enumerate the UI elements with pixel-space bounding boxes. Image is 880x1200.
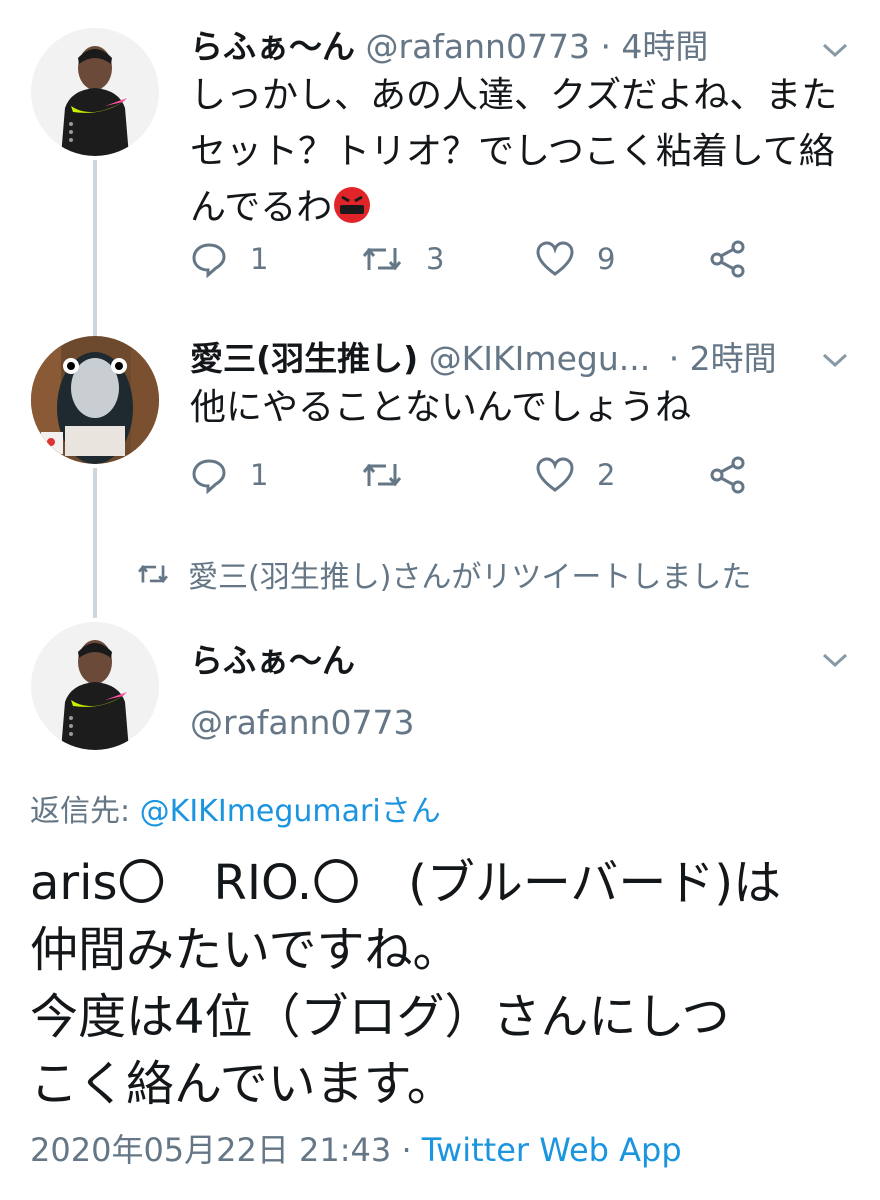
retweet-icon [362, 463, 402, 487]
display-name[interactable]: 愛三(羽生推し) [190, 339, 418, 378]
tweet-text-line: んでるわ [190, 187, 333, 228]
angry-symbols-emoji-icon [334, 187, 371, 223]
heart-icon [536, 457, 574, 492]
tweet-text-line: しっかし、あの人達、クズだよね、また [190, 75, 838, 116]
display-name[interactable]: らふぁ〜ん [190, 27, 355, 66]
retweet-notice-text: 愛三(羽生推し)さんがリツイートしました [188, 560, 752, 595]
like-button[interactable]: 9 [535, 240, 615, 278]
chevron-down-icon[interactable] [820, 650, 850, 670]
tweet-text: しっかし、あの人達、クズだよね、また セット？トリオ？でしつこく粘着して絡 んで… [190, 68, 837, 236]
share-button[interactable] [708, 240, 748, 278]
retweet-icon [362, 247, 402, 271]
chevron-down-icon[interactable] [820, 40, 850, 60]
share-button[interactable] [708, 456, 748, 494]
share-icon [710, 456, 745, 494]
thread-line [93, 468, 97, 618]
handle-text: @rafann0773 [190, 703, 415, 742]
heart-icon [536, 241, 574, 276]
tweet-footer: 2020年05月22日 21:43 · Twitter Web App [30, 1125, 682, 1171]
reply-icon [192, 243, 226, 278]
reply-count: 1 [250, 458, 269, 492]
avatar[interactable] [31, 28, 159, 156]
main-tweet-text: aris〇 RIO.〇 (ブルーバード)は 仲間みたいですね。 今度は4位（ブロ… [30, 850, 860, 1118]
timestamp[interactable]: · 4時間 [600, 27, 708, 66]
retweet-count: 3 [426, 242, 445, 276]
chevron-down-icon[interactable] [820, 350, 850, 370]
like-button[interactable]: 2 [535, 456, 615, 494]
source-app-link[interactable]: Twitter Web App [422, 1131, 682, 1169]
retweet-button[interactable]: 3 [360, 240, 444, 278]
reply-button[interactable]: 1 [190, 456, 268, 494]
tweet-text-line: 他にやることないんでしょうね [190, 387, 692, 428]
reply-icon [192, 459, 226, 494]
tweet-actions: 1 3 9 [190, 240, 790, 290]
main-tweet-timestamp: 2020年05月22日 21:43 · [30, 1131, 422, 1169]
like-count: 2 [597, 458, 616, 492]
avatar[interactable] [31, 622, 159, 750]
main-tweet-line: 今度は4位（ブログ）さんにしつ [30, 989, 730, 1045]
tweet-header: らふぁ〜ん @rafann0773 · 4時間 [190, 26, 708, 68]
timestamp[interactable]: · 2時間 [669, 339, 777, 378]
main-tweet-line: aris〇 RIO.〇 (ブルーバード)は [30, 855, 782, 911]
tweet-header: 愛三(羽生推し) @KIKImegu... · 2時間 [190, 338, 777, 380]
retweet-button[interactable] [360, 456, 426, 494]
display-name[interactable]: らふぁ〜ん [190, 640, 355, 682]
thread-line [93, 160, 97, 340]
reply-button[interactable]: 1 [190, 240, 268, 278]
avatar[interactable] [31, 336, 159, 464]
reply-to-line: 返信先: @KIKImegumariさん [30, 786, 441, 830]
tweet-text: 他にやることないんでしょうね [190, 380, 691, 436]
share-icon [710, 240, 745, 278]
retweet-notice[interactable]: 愛三(羽生推し)さんがリツイートしました [136, 552, 751, 596]
handle[interactable]: @KIKImegu... [429, 339, 651, 378]
display-name-text: らふぁ〜ん [190, 641, 355, 680]
like-count: 9 [597, 242, 616, 276]
retweet-icon [138, 564, 168, 584]
tweet-actions: 1 2 [190, 456, 790, 506]
reply-to-link[interactable]: @KIKImegumariさん [140, 794, 441, 829]
reply-to-label: 返信先: [30, 794, 140, 829]
reply-count: 1 [250, 242, 269, 276]
main-tweet-line: 仲間みたいですね。 [30, 922, 461, 978]
handle[interactable]: @rafann0773 [366, 27, 590, 66]
handle[interactable]: @rafann0773 [190, 702, 414, 744]
main-tweet-line: こく絡んでいます。 [30, 1056, 455, 1112]
tweet-text-line: セット？トリオ？でしつこく粘着して絡 [190, 131, 835, 172]
